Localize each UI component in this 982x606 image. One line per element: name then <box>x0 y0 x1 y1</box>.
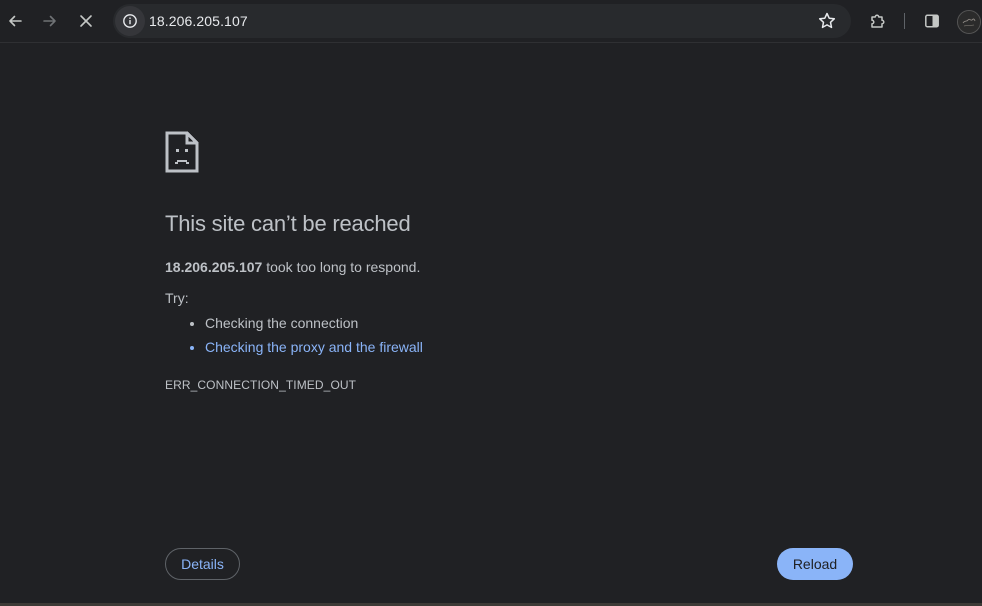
extensions-button[interactable] <box>866 9 890 33</box>
reload-button[interactable]: Reload <box>777 548 853 580</box>
avatar-icon <box>958 11 980 33</box>
back-button[interactable] <box>3 9 27 33</box>
info-icon <box>123 14 137 28</box>
arrow-left-icon <box>9 15 22 27</box>
suggestion-check-proxy-link[interactable]: Checking the proxy and the firewall <box>205 335 423 359</box>
side-panel-icon <box>925 14 939 28</box>
error-description: 18.206.205.107 took too long to respond. <box>165 259 420 275</box>
error-page: This site can’t be reached 18.206.205.10… <box>0 43 982 603</box>
error-description-text: took too long to respond. <box>262 259 421 275</box>
error-code: ERR_CONNECTION_TIMED_OUT <box>165 378 357 392</box>
suggestion-list: Checking the connection Checking the pro… <box>165 311 423 359</box>
stop-loading-button[interactable] <box>74 9 98 33</box>
browser-toolbar: 18.206.205.107 <box>0 0 982 43</box>
error-host: 18.206.205.107 <box>165 259 263 275</box>
side-panel-button[interactable] <box>920 9 944 33</box>
puzzle-icon <box>871 14 885 28</box>
sad-page-icon <box>165 131 199 173</box>
url-text[interactable]: 18.206.205.107 <box>149 13 248 29</box>
forward-button[interactable] <box>38 9 62 33</box>
try-label: Try: <box>165 290 189 306</box>
toolbar-divider <box>904 13 905 29</box>
address-bar[interactable]: 18.206.205.107 <box>113 4 851 38</box>
star-icon[interactable] <box>817 11 837 31</box>
close-icon <box>80 15 92 27</box>
site-info-button[interactable] <box>115 6 145 36</box>
error-title: This site can’t be reached <box>165 211 411 236</box>
suggestion-check-connection: Checking the connection <box>205 311 423 335</box>
details-button[interactable]: Details <box>165 548 240 580</box>
arrow-right-icon <box>43 15 56 27</box>
profile-avatar[interactable] <box>957 10 981 34</box>
